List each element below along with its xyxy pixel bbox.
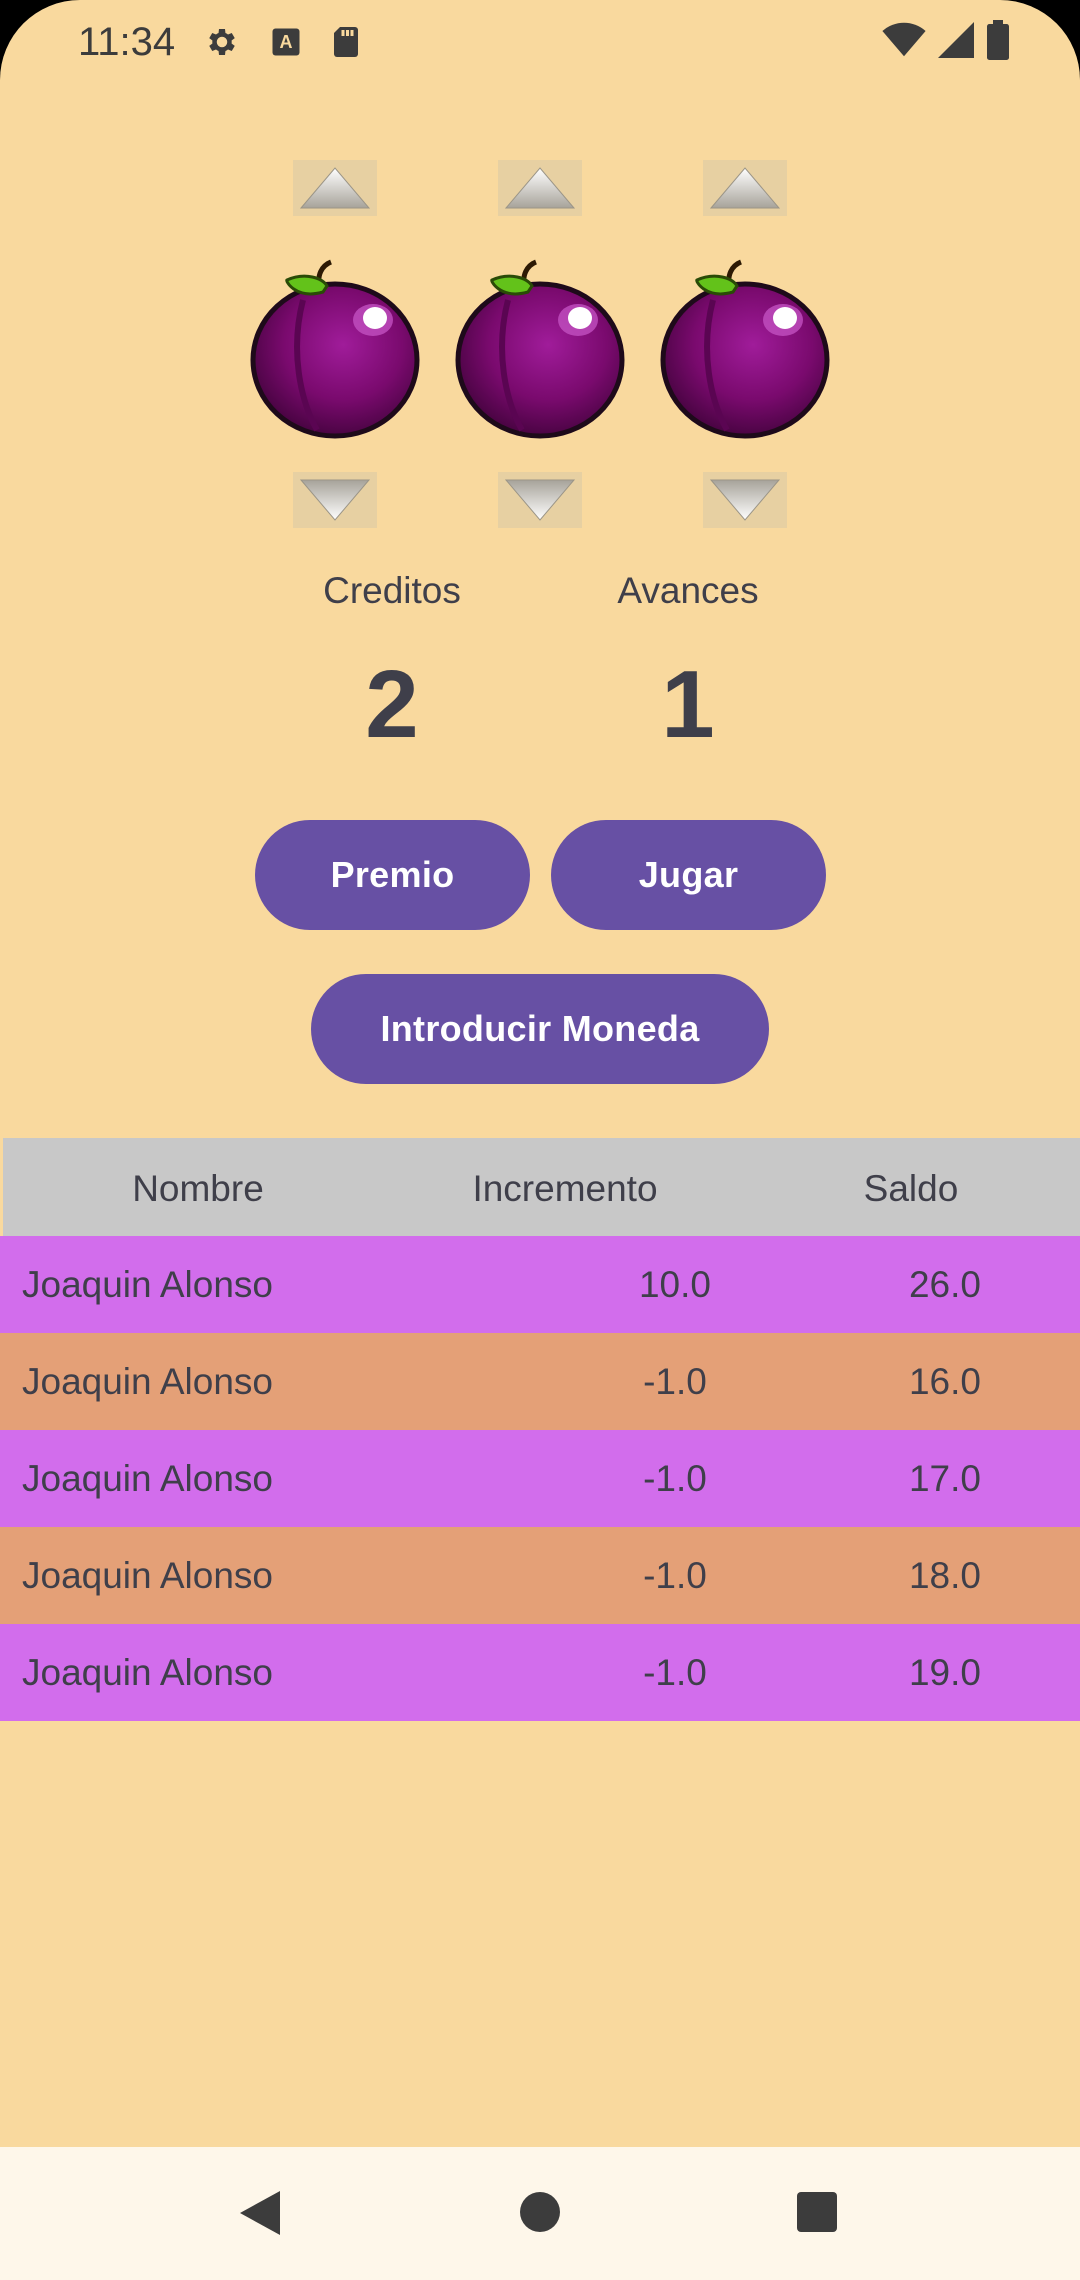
cell-incremento: -1.0 [643,1361,707,1402]
arrow-up-icon[interactable] [498,160,582,216]
header-incremento: Incremento [472,1168,658,1209]
table-row: Joaquin Alonso -1.0 18.0 [0,1527,1080,1624]
creditos-label: Creditos [323,570,461,611]
status-icons-right [882,20,1010,60]
cell-saldo: 18.0 [908,1555,981,1596]
avances-label: Avances [617,570,759,611]
table-row: Joaquin Alonso 10.0 26.0 [0,1236,1080,1333]
plum-icon [245,250,425,440]
arrow-down-icon[interactable] [498,472,582,528]
cell-saldo: 26.0 [908,1264,981,1305]
introducir-moneda-button[interactable]: Introducir Moneda [311,974,769,1084]
cell-nombre: Joaquin Alonso [22,1458,273,1499]
table-row: Joaquin Alonso -1.0 16.0 [0,1333,1080,1430]
sd-card-icon [334,27,358,57]
cell-incremento: -1.0 [643,1652,707,1693]
arrow-up-icon[interactable] [703,160,787,216]
arrow-down-icon[interactable] [703,472,787,528]
wifi-icon [882,22,926,57]
table-header: Nombre Incremento Saldo [3,1138,1080,1236]
back-triangle-icon[interactable] [236,2189,282,2237]
creditos-value: 2 [365,651,419,758]
app-screen: 11:34 A Creditos Avances 2 1 Premio Juga… [0,0,1080,2280]
status-time: 11:34 [78,20,176,64]
cell-incremento: 10.0 [638,1264,711,1305]
cell-saldo: 17.0 [908,1458,981,1499]
cell-incremento: -1.0 [643,1555,707,1596]
premio-button[interactable]: Premio [255,820,530,930]
navigation-bar [0,2147,1080,2280]
home-circle-icon[interactable] [518,2190,562,2234]
signal-icon [938,22,974,58]
cell-saldo: 16.0 [908,1361,981,1402]
table-row: Joaquin Alonso -1.0 17.0 [0,1430,1080,1527]
plum-icon [655,250,835,440]
cell-nombre: Joaquin Alonso [22,1264,273,1305]
jugar-button[interactable]: Jugar [551,820,826,930]
arrow-down-icon[interactable] [293,472,377,528]
arrow-up-icon[interactable] [293,160,377,216]
recents-square-icon[interactable] [796,2191,838,2233]
header-saldo: Saldo [863,1168,959,1209]
cell-incremento: -1.0 [643,1458,707,1499]
svg-text:A: A [280,32,293,52]
cell-saldo: 19.0 [908,1652,981,1693]
status-bar: 11:34 A [0,0,1080,90]
table-row: Joaquin Alonso -1.0 19.0 [0,1624,1080,1721]
avances-value: 1 [661,651,715,758]
plum-icon [450,250,630,440]
header-nombre: Nombre [132,1168,264,1209]
cell-nombre: Joaquin Alonso [22,1361,273,1402]
keyboard-a-icon: A [272,28,300,56]
battery-icon [987,20,1009,60]
cell-nombre: Joaquin Alonso [22,1652,273,1693]
cell-nombre: Joaquin Alonso [22,1555,273,1596]
gear-icon [209,28,235,56]
